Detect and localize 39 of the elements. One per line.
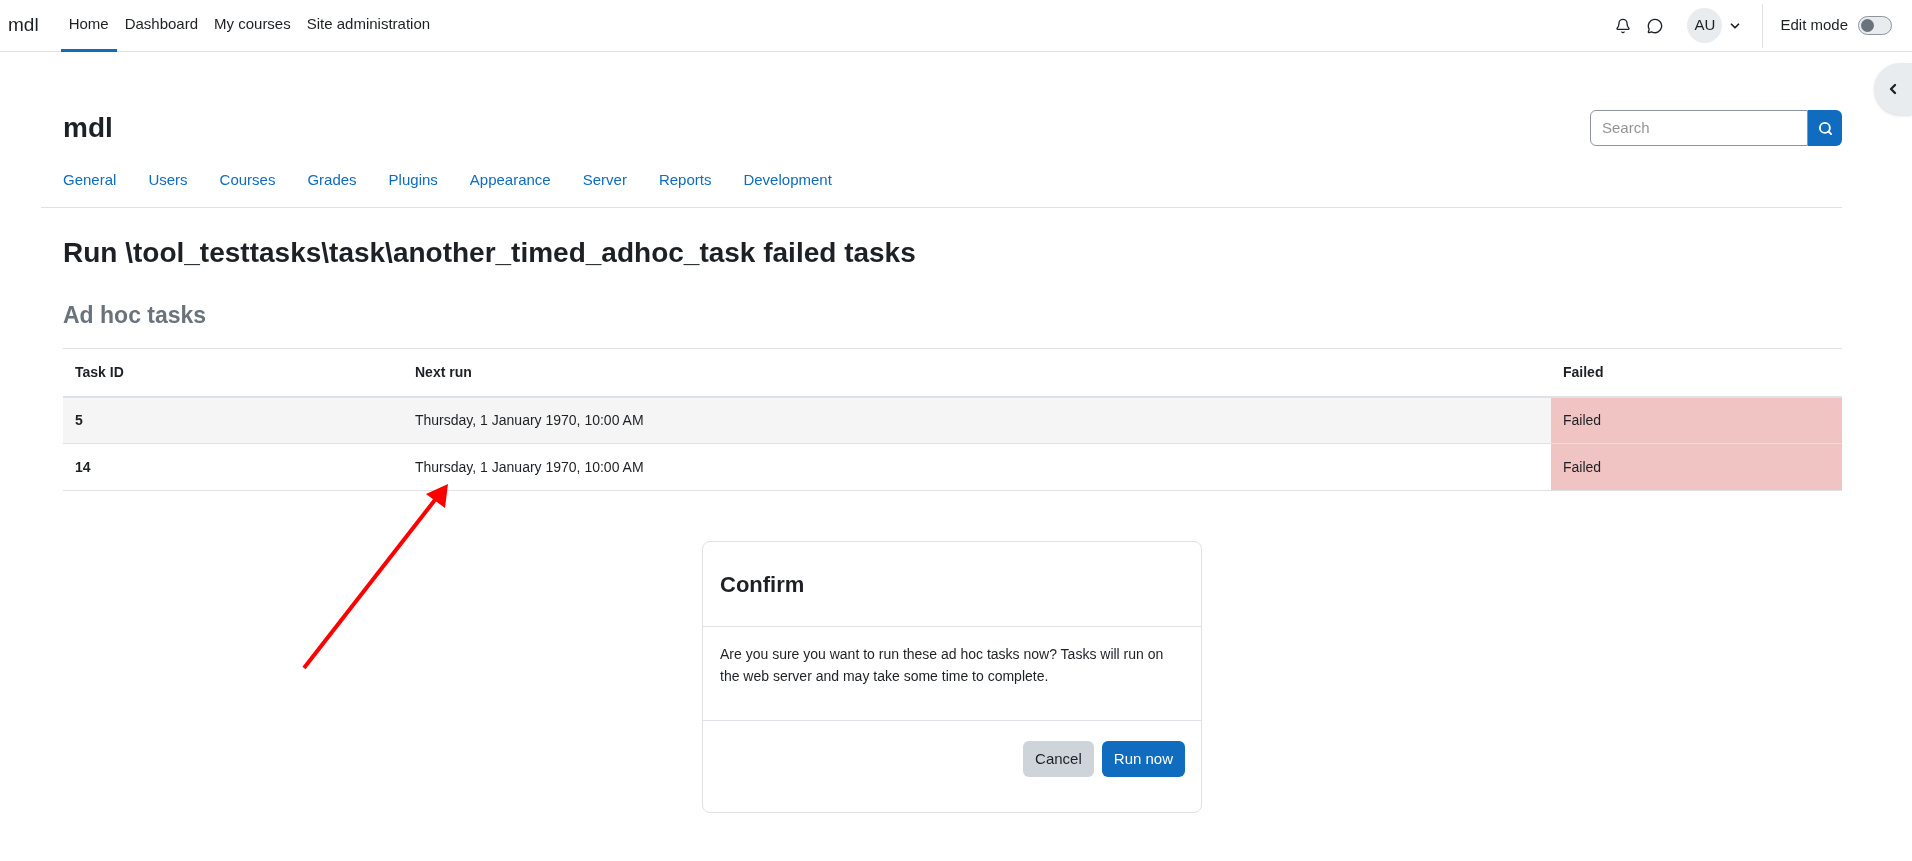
admin-tab[interactable]: Reports — [642, 169, 728, 192]
admin-tab[interactable]: General — [47, 169, 133, 192]
nav-link[interactable]: Home — [60, 0, 117, 52]
search-icon — [1817, 120, 1833, 136]
page-title: Run \tool_testtasks\task\another_timed_adhoc_task failed tasks — [63, 235, 917, 270]
status-cell: Failed — [1551, 396, 1842, 444]
table-cell: Thursday, 1 January 1970, 10:00 AM — [403, 396, 1551, 444]
admin-tab[interactable]: Grades — [291, 169, 373, 192]
nav-link[interactable]: My courses — [206, 0, 299, 52]
drawer-toggle[interactable] — [1874, 63, 1912, 115]
admin-tab[interactable]: Server — [566, 169, 643, 192]
site-name: mdl — [63, 111, 113, 145]
column-header: Task ID — [63, 348, 403, 397]
admin-tab[interactable]: Users — [132, 169, 204, 192]
run-now-button[interactable]: Run now — [1101, 741, 1185, 777]
site-logo[interactable]: mdl — [8, 11, 39, 40]
column-header: Next run — [403, 348, 1551, 397]
dialog-title: Confirm — [720, 570, 805, 599]
table-cell: 5 — [63, 396, 403, 444]
status-cell: Failed — [1551, 443, 1842, 491]
search-button[interactable] — [1808, 110, 1842, 146]
table-cell: 14 — [63, 443, 403, 491]
dialog-message: Are you sure you want to run these ad hoc tasks now? Tasks will run on the web server and may take some time to complete. — [720, 645, 1165, 686]
table-cell: Thursday, 1 January 1970, 10:00 AM — [403, 443, 1551, 491]
nav-link[interactable]: Dashboard — [116, 0, 207, 52]
nav-link[interactable]: Site administration — [298, 0, 439, 52]
column-header: Failed — [1551, 348, 1842, 397]
edit-mode-switch[interactable] — [1858, 16, 1892, 35]
admin-tab[interactable]: Appearance — [453, 169, 567, 192]
search-field[interactable]: Search — [1590, 110, 1808, 146]
cancel-button[interactable]: Cancel — [1023, 741, 1094, 777]
admin-tab[interactable]: Courses — [203, 169, 292, 192]
admin-tab[interactable]: Development — [727, 169, 848, 192]
notification-icon[interactable] — [1615, 17, 1632, 34]
admin-tab[interactable]: Plugins — [372, 169, 454, 192]
section-title: Ad hoc tasks — [63, 300, 208, 330]
message-icon[interactable] — [1647, 17, 1664, 34]
edit-mode-label: Edit mode — [1780, 15, 1848, 36]
user-avatar[interactable]: AU — [1687, 8, 1723, 43]
